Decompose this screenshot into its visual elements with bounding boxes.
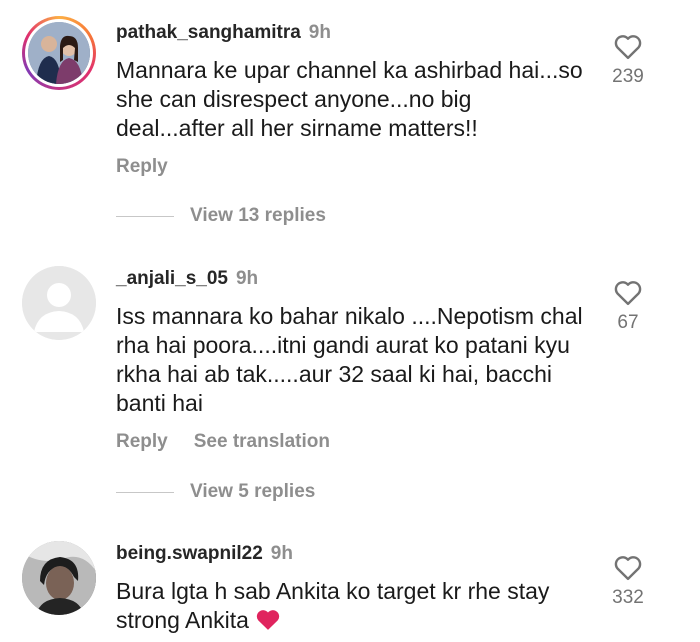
username[interactable]: pathak_sanghamitra xyxy=(116,22,301,43)
comment-header: _anjali_s_05 9h xyxy=(116,268,258,290)
couple-photo-graphic xyxy=(28,22,90,84)
comment-actions: Reply See translation xyxy=(116,431,356,453)
replies-divider xyxy=(116,491,174,493)
comment-text: Bura lgta h sab Ankita ko target kr rhe … xyxy=(116,577,586,635)
heart-outline-icon xyxy=(614,281,642,306)
heart-outline-icon xyxy=(614,556,642,581)
like-count: 67 xyxy=(617,312,639,333)
red-heart-emoji-icon xyxy=(257,610,280,630)
timestamp: 9h xyxy=(270,543,293,564)
replies-divider xyxy=(116,215,174,217)
comment-text-body: Bura lgta h sab Ankita ko target kr rhe … xyxy=(116,578,550,633)
like-count: 239 xyxy=(612,66,644,87)
view-replies-button[interactable]: View 13 replies xyxy=(116,205,326,227)
comment-actions: Reply xyxy=(116,156,194,178)
heart-outline-icon xyxy=(614,35,642,60)
default-avatar-icon xyxy=(22,266,96,340)
man-photo xyxy=(22,541,96,615)
like-count: 332 xyxy=(612,587,644,608)
reply-button[interactable]: Reply xyxy=(116,156,168,177)
username[interactable]: being.swapnil22 xyxy=(116,543,263,564)
comment-text: Iss mannara ko bahar nikalo ....Nepotism… xyxy=(116,303,583,416)
see-translation-button[interactable]: See translation xyxy=(194,431,330,452)
view-replies-label: View 5 replies xyxy=(190,481,316,502)
avatar[interactable] xyxy=(22,266,96,340)
comment-header: being.swapnil22 9h xyxy=(116,543,293,565)
timestamp: 9h xyxy=(235,268,259,289)
comment-text: Mannara ke upar channel ka ashirbad hai.… xyxy=(116,57,583,141)
like-button[interactable]: 239 xyxy=(606,32,650,88)
reply-button[interactable]: Reply xyxy=(116,431,168,452)
couple-photo xyxy=(28,22,90,84)
view-replies-label: View 13 replies xyxy=(190,205,326,226)
avatar[interactable] xyxy=(22,16,96,90)
username[interactable]: _anjali_s_05 xyxy=(116,268,228,289)
avatar[interactable] xyxy=(22,541,96,615)
view-replies-button[interactable]: View 5 replies xyxy=(116,481,315,503)
comment-header: pathak_sanghamitra 9h xyxy=(116,22,331,44)
like-button[interactable]: 67 xyxy=(606,278,650,334)
timestamp: 9h xyxy=(308,22,331,43)
like-button[interactable]: 332 xyxy=(606,553,650,609)
